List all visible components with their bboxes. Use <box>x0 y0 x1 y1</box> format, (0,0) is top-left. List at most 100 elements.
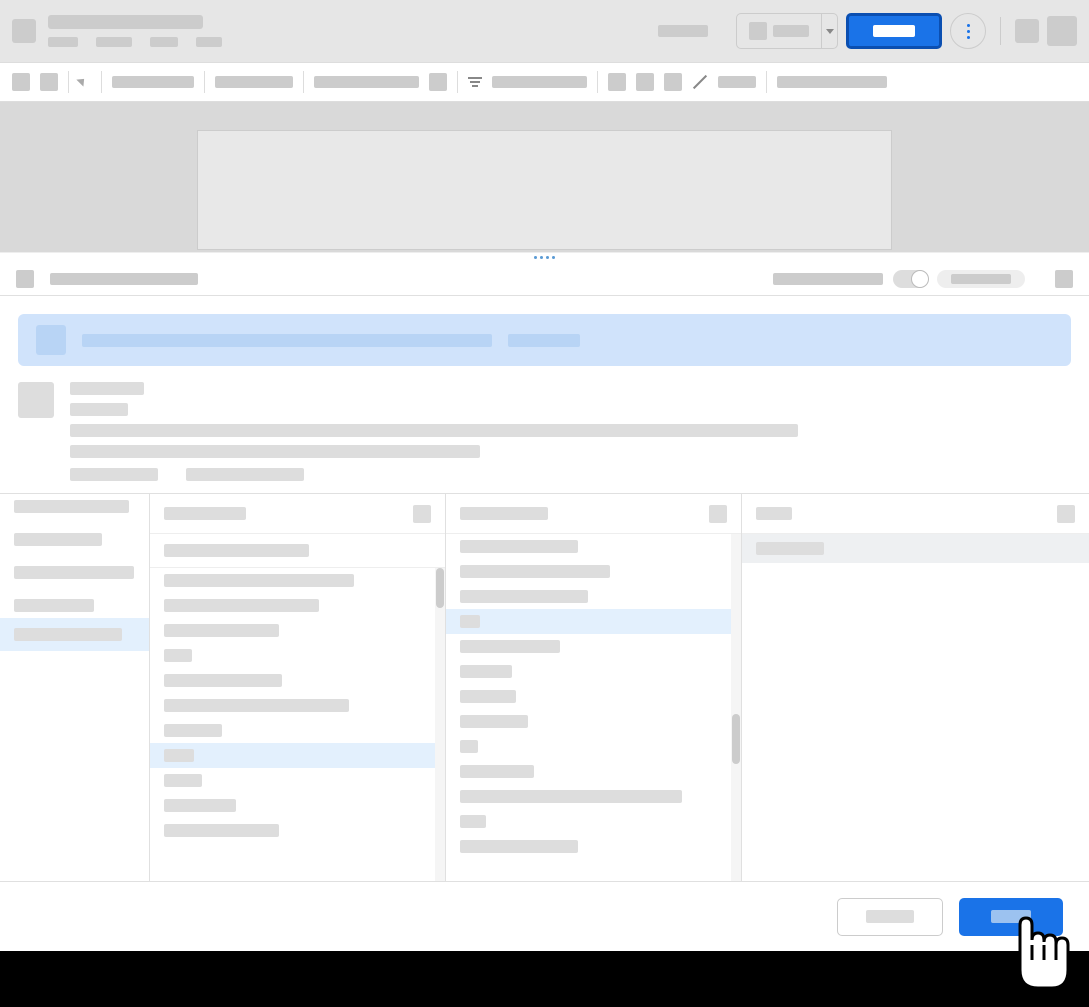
toolbar <box>0 62 1089 102</box>
list-item[interactable] <box>150 568 435 593</box>
info-meta <box>70 468 158 481</box>
filter-pill[interactable] <box>937 270 1025 288</box>
line-icon[interactable] <box>692 74 708 90</box>
list-item[interactable] <box>446 809 731 834</box>
toolbar-item[interactable] <box>314 76 419 88</box>
explore-panel <box>0 296 1089 881</box>
menu-help[interactable] <box>196 37 222 47</box>
canvas-area <box>0 102 1089 252</box>
document-title[interactable] <box>48 15 203 29</box>
column-header <box>742 494 1089 534</box>
menu-file[interactable] <box>48 37 78 47</box>
list-item[interactable] <box>446 709 731 734</box>
info-line <box>70 424 798 437</box>
search-input[interactable] <box>164 544 309 557</box>
close-icon[interactable] <box>1055 270 1073 288</box>
toolbar-item[interactable] <box>492 76 587 88</box>
table-column <box>446 494 742 881</box>
list-item[interactable] <box>446 759 731 784</box>
list-item[interactable] <box>0 519 149 552</box>
panel-resize-handle[interactable] <box>0 252 1089 262</box>
panel-title <box>50 273 198 285</box>
list-item[interactable] <box>150 618 435 643</box>
scrollbar[interactable] <box>435 568 445 881</box>
list-item[interactable] <box>446 684 731 709</box>
toolbar-item[interactable] <box>777 76 887 88</box>
present-button[interactable] <box>638 13 728 49</box>
list-item[interactable] <box>0 552 149 585</box>
dataset-icon <box>18 382 54 418</box>
panel-icon <box>16 270 34 288</box>
list-item[interactable] <box>150 643 435 668</box>
list-item[interactable] <box>150 818 435 843</box>
avatar[interactable] <box>1047 16 1077 46</box>
list-item[interactable] <box>150 718 435 743</box>
menu-view[interactable] <box>150 37 178 47</box>
info-line <box>70 403 128 416</box>
banner-text <box>508 334 580 347</box>
slide-preview[interactable] <box>197 130 892 250</box>
column-header <box>446 494 741 534</box>
submit-button[interactable] <box>959 898 1063 936</box>
list-item[interactable] <box>742 534 1089 563</box>
primary-action-button[interactable] <box>846 13 942 49</box>
list-item[interactable] <box>150 743 435 768</box>
info-meta <box>186 468 304 481</box>
panel-header <box>0 262 1089 296</box>
chevron-down-icon[interactable] <box>821 14 837 48</box>
dialog-footer <box>0 881 1089 951</box>
scrollbar[interactable] <box>731 534 741 881</box>
list-item[interactable] <box>0 585 149 618</box>
toolbar-item[interactable] <box>112 76 194 88</box>
expand-icon[interactable] <box>1057 505 1075 523</box>
cancel-button[interactable] <box>837 898 943 936</box>
account-icon[interactable] <box>1015 19 1039 43</box>
list-item[interactable] <box>446 534 731 559</box>
filter-icon[interactable] <box>468 77 482 87</box>
info-banner <box>18 314 1071 366</box>
list-item[interactable] <box>150 668 435 693</box>
dataset-column <box>150 494 446 881</box>
toolbar-item[interactable] <box>608 73 626 91</box>
banner-icon <box>36 325 66 355</box>
list-item[interactable] <box>446 834 731 859</box>
list-item[interactable] <box>150 793 435 818</box>
list-item[interactable] <box>150 768 435 793</box>
info-line <box>70 445 480 458</box>
search-row <box>150 534 445 568</box>
list-item[interactable] <box>446 584 731 609</box>
list-item[interactable] <box>446 784 731 809</box>
toolbar-item[interactable] <box>664 73 682 91</box>
list-item[interactable] <box>446 659 731 684</box>
column-header <box>150 494 445 534</box>
menu-edit[interactable] <box>96 37 132 47</box>
expand-icon[interactable] <box>709 505 727 523</box>
expand-icon[interactable] <box>413 505 431 523</box>
category-column <box>0 494 150 881</box>
app-icon[interactable] <box>12 19 36 43</box>
field-column <box>742 494 1089 881</box>
kebab-icon <box>967 24 970 39</box>
share-split-button[interactable] <box>736 13 838 49</box>
list-item[interactable] <box>446 559 731 584</box>
undo-icon[interactable] <box>12 73 30 91</box>
list-item[interactable] <box>446 734 731 759</box>
info-line <box>70 382 144 395</box>
toolbar-item[interactable] <box>636 73 654 91</box>
list-item[interactable] <box>150 693 435 718</box>
dataset-info <box>18 366 1071 468</box>
list-item[interactable] <box>0 618 149 651</box>
toggle-switch[interactable] <box>893 270 927 288</box>
toggle-label <box>773 273 883 285</box>
list-item[interactable] <box>0 494 149 519</box>
list-item[interactable] <box>446 609 731 634</box>
toolbar-item[interactable] <box>215 76 293 88</box>
more-options-button[interactable] <box>950 13 986 49</box>
list-item[interactable] <box>150 593 435 618</box>
redo-icon[interactable] <box>40 73 58 91</box>
toolbar-item[interactable] <box>429 73 447 91</box>
toolbar-item[interactable] <box>718 76 756 88</box>
list-item[interactable] <box>446 634 731 659</box>
cursor-icon[interactable] <box>79 74 91 90</box>
column-browser <box>0 493 1089 881</box>
